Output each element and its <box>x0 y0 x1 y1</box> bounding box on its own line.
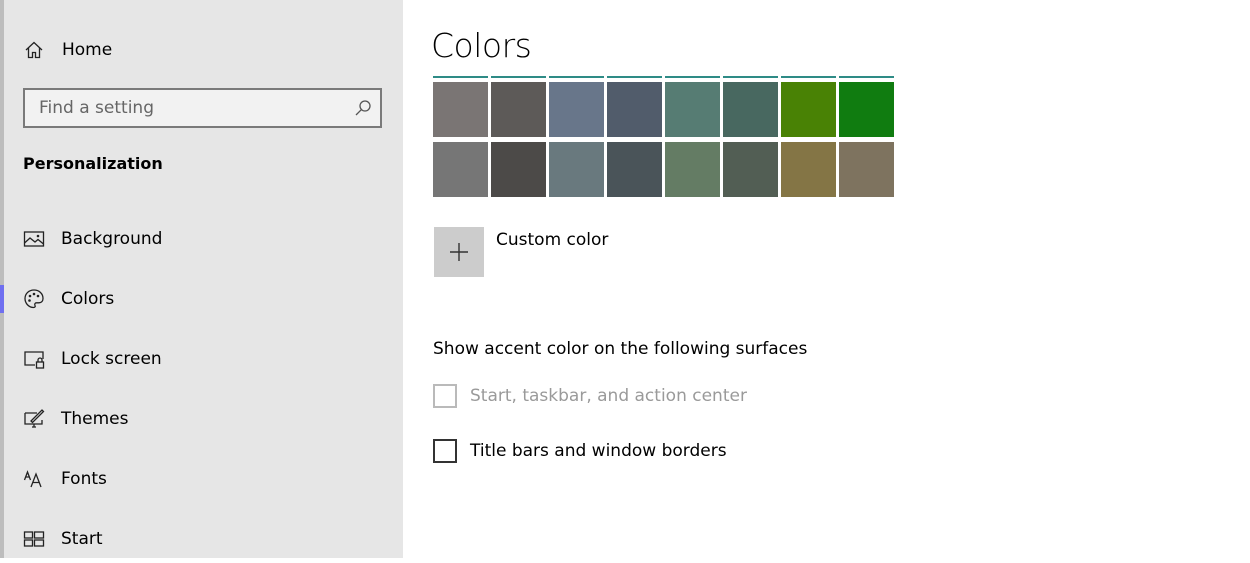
swatch-top-edge <box>433 76 895 78</box>
color-swatch[interactable] <box>433 82 488 137</box>
image-icon <box>23 231 45 247</box>
sidebar-item-label: Background <box>61 229 163 249</box>
surfaces-heading: Show accent color on the following surfa… <box>433 339 808 359</box>
sidebar-item-label: Fonts <box>61 469 107 489</box>
checkbox-row-start-taskbar: Start, taskbar, and action center <box>433 383 747 409</box>
page-title: Colors <box>431 26 532 65</box>
start-taskbar-label: Start, taskbar, and action center <box>470 386 747 406</box>
sidebar-item-label: Colors <box>61 289 115 309</box>
color-swatch[interactable] <box>723 82 778 137</box>
selection-indicator <box>0 285 4 313</box>
search-box[interactable] <box>23 88 382 128</box>
palette-icon <box>24 289 44 309</box>
color-swatch[interactable] <box>433 142 488 197</box>
checkbox-row-title-bars[interactable]: Title bars and window borders <box>433 438 727 464</box>
sidebar-item-label: Themes <box>61 409 129 429</box>
search-icon[interactable] <box>354 99 372 117</box>
home-icon <box>25 41 43 59</box>
fonts-icon <box>23 470 42 488</box>
color-swatch[interactable] <box>607 82 662 137</box>
sidebar-item-background[interactable]: Background <box>4 215 403 263</box>
search-input[interactable] <box>25 90 359 126</box>
color-swatch[interactable] <box>549 82 604 137</box>
sidebar-item-colors[interactable]: Colors <box>0 275 403 323</box>
title-bars-checkbox[interactable] <box>433 439 457 463</box>
start-taskbar-checkbox <box>433 384 457 408</box>
home-nav-item[interactable]: Home <box>24 36 112 64</box>
color-swatch-grid <box>433 82 895 198</box>
section-title: Personalization <box>23 154 163 173</box>
color-swatch[interactable] <box>491 142 546 197</box>
lock-screen-icon <box>24 351 45 369</box>
color-swatch[interactable] <box>665 82 720 137</box>
color-swatch[interactable] <box>607 142 662 197</box>
custom-color-label[interactable]: Custom color <box>496 230 608 250</box>
color-swatch[interactable] <box>839 142 894 197</box>
color-swatch[interactable] <box>781 82 836 137</box>
title-bars-label[interactable]: Title bars and window borders <box>470 441 727 461</box>
color-swatch[interactable] <box>839 82 894 137</box>
sidebar-item-themes[interactable]: Themes <box>4 395 403 443</box>
color-swatch[interactable] <box>781 142 836 197</box>
sidebar-item-start[interactable]: Start <box>4 515 403 563</box>
sidebar-item-label: Start <box>61 529 103 549</box>
sidebar-item-fonts[interactable]: Fonts <box>4 455 403 503</box>
color-swatch[interactable] <box>665 142 720 197</box>
plus-icon <box>450 243 468 261</box>
color-swatch[interactable] <box>723 142 778 197</box>
custom-color-button[interactable] <box>434 227 484 277</box>
main-content: Colors Custom color Show accent color on… <box>403 0 1250 558</box>
start-icon <box>23 531 45 547</box>
sidebar: Home Personalization Background Colors <box>0 0 403 558</box>
home-label: Home <box>62 40 113 60</box>
color-swatch[interactable] <box>549 142 604 197</box>
sidebar-item-label: Lock screen <box>61 349 162 369</box>
color-swatch[interactable] <box>491 82 546 137</box>
sidebar-item-lock-screen[interactable]: Lock screen <box>4 335 403 383</box>
themes-icon <box>24 409 45 428</box>
